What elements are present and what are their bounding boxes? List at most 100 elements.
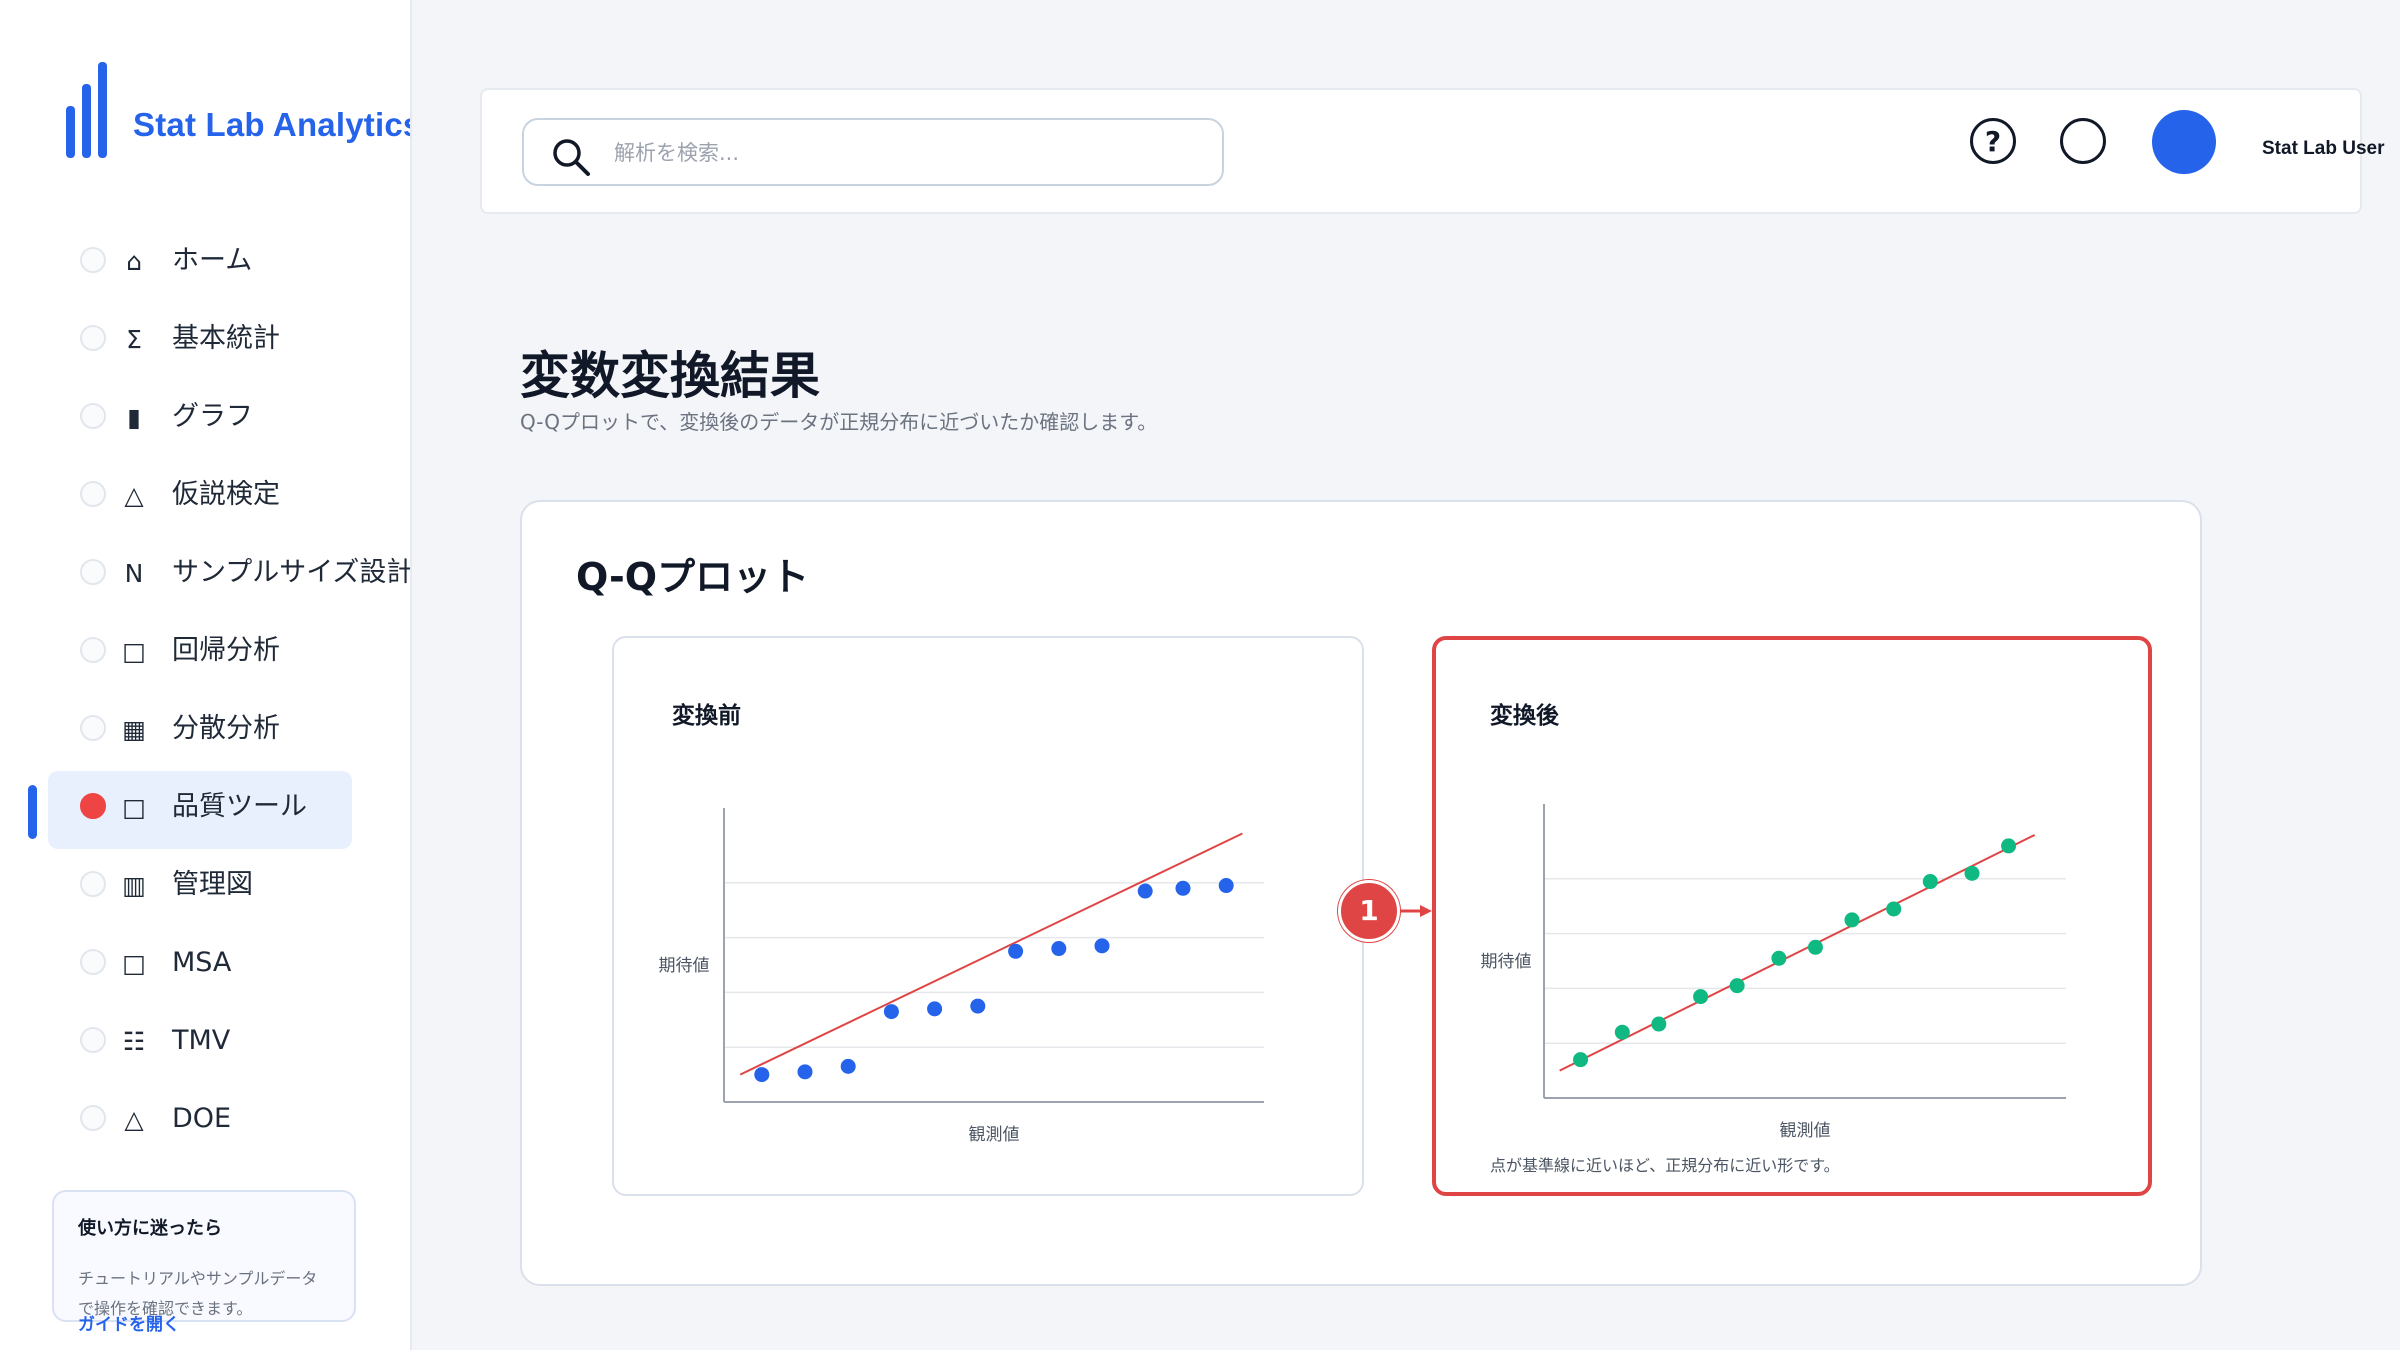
help-title: 使い方に迷ったら	[78, 1218, 222, 1239]
radio-icon	[80, 403, 106, 429]
bar-chart-logo-icon	[66, 62, 107, 158]
radio-icon	[80, 793, 106, 819]
user-name[interactable]: Stat Lab User	[2262, 138, 2384, 160]
brand[interactable]: Stat Lab Analytics	[66, 62, 412, 158]
open-guide-link[interactable]: ガイドを開く	[78, 1310, 180, 1335]
data-point	[1807, 939, 1823, 955]
radio-icon	[80, 559, 106, 585]
sidebar-item-label: 品質ツール	[172, 791, 307, 822]
list-icon: ☷	[122, 1027, 146, 1056]
radio-icon	[80, 1027, 106, 1053]
columns-icon: ▥	[122, 871, 146, 900]
callout-arrow-icon	[1400, 905, 1432, 917]
bar-icon: ▮	[127, 403, 141, 432]
data-point	[1693, 989, 1709, 1005]
grid-icon: ▦	[122, 715, 146, 744]
callout-badge: 1	[1338, 880, 1400, 942]
avatar[interactable]	[2152, 110, 2216, 174]
reference-line	[1559, 834, 2036, 1072]
data-point	[1573, 1052, 1589, 1068]
help-card: 使い方に迷ったら チュートリアルやサンプルデータで操作を確認できます。 ガイドを…	[52, 1190, 356, 1335]
data-point	[754, 1067, 770, 1083]
sidebar-item-label: 管理図	[172, 869, 253, 900]
search-input[interactable]	[614, 132, 1204, 174]
search-icon	[553, 139, 590, 176]
sidebar-nav: ⌂ ホーム Σ 基本統計 ▮ グラフ △ 仮説検定 N サンプルサイズ設計 □ 回帰分析 ▦ 分散分析 □ 品…	[0, 225, 412, 1161]
radio-icon	[80, 715, 106, 741]
sidebar: Stat Lab Analytics ⌂ ホーム Σ 基本統計 ▮ グラフ △ 仮説検定 N サン…	[0, 0, 412, 1350]
triangle-icon: △	[124, 1105, 144, 1134]
data-point	[1175, 880, 1191, 896]
qq-chart-after: 期待値観測値	[1481, 804, 2066, 1141]
sidebar-item-label: 基本統計	[172, 323, 280, 354]
sidebar-item-5[interactable]: □ 回帰分析	[0, 615, 410, 693]
square-icon: □	[122, 793, 146, 822]
radio-icon	[80, 871, 106, 897]
notification-icon[interactable]	[2060, 118, 2106, 164]
radio-icon	[80, 949, 106, 975]
chart-note: 点が基準線に近いほど、正規分布に近い形です。	[1490, 1156, 1840, 1175]
data-point	[1651, 1016, 1667, 1032]
sidebar-item-label: MSA	[172, 947, 232, 978]
sidebar-item-label: 回帰分析	[172, 635, 280, 666]
sidebar-item-label: サンプルサイズ設計	[172, 557, 412, 588]
page-title: 変数変換結果	[520, 347, 820, 405]
data-point	[1137, 883, 1153, 899]
sidebar-item-7[interactable]: □ 品質ツール	[0, 771, 410, 849]
sidebar-item-6[interactable]: ▦ 分散分析	[0, 693, 410, 771]
sidebar-item-8[interactable]: ▥ 管理図	[0, 849, 410, 927]
data-point	[1771, 950, 1787, 966]
data-point	[1218, 878, 1234, 894]
radio-icon	[80, 637, 106, 663]
data-point	[883, 1004, 899, 1020]
reference-line	[739, 832, 1243, 1076]
data-point	[1922, 874, 1938, 890]
data-point	[1844, 912, 1860, 928]
qq-chart-before: 期待値観測値	[659, 808, 1264, 1145]
data-point	[840, 1058, 856, 1074]
sidebar-item-label: ホーム	[172, 245, 253, 276]
y-axis-label: 期待値	[659, 956, 710, 976]
data-point	[970, 998, 986, 1014]
square-icon: □	[122, 949, 146, 978]
data-point	[797, 1064, 813, 1080]
data-point	[2001, 838, 2017, 854]
y-axis-label: 期待値	[1481, 952, 1532, 972]
sidebar-item-label: グラフ	[172, 401, 253, 432]
sidebar-item-label: DOE	[172, 1103, 232, 1134]
sidebar-item-0[interactable]: ⌂ ホーム	[0, 225, 410, 303]
x-axis-label: 観測値	[1780, 1121, 1831, 1141]
search-box[interactable]	[522, 118, 1224, 186]
radio-icon	[80, 1105, 106, 1131]
page-subtitle: Q-Qプロットで、変換後のデータが正規分布に近づいたか確認します。	[520, 410, 1158, 434]
sidebar-item-9[interactable]: □ MSA	[0, 927, 410, 1005]
sidebar-item-11[interactable]: △ DOE	[0, 1083, 410, 1161]
active-indicator	[28, 785, 37, 839]
help-icon[interactable]: ?	[1970, 118, 2016, 164]
qq-panel-after: 変換後 期待値 観測値 点が基準線に近いほど、正規分布に近い形です。	[1432, 636, 2152, 1196]
radio-icon	[80, 325, 106, 351]
data-point	[1094, 938, 1110, 954]
data-point	[1729, 978, 1745, 994]
top-header: ? Stat Lab User	[480, 88, 2384, 214]
radio-icon	[80, 247, 106, 273]
sidebar-item-10[interactable]: ☷ TMV	[0, 1005, 410, 1083]
data-point	[1008, 943, 1024, 959]
x-axis-label: 観測値	[969, 1125, 1020, 1145]
sidebar-item-3[interactable]: △ 仮説検定	[0, 459, 410, 537]
sidebar-item-1[interactable]: Σ 基本統計	[0, 303, 410, 381]
data-point	[1614, 1024, 1630, 1040]
sidebar-item-label: 仮説検定	[172, 479, 280, 510]
sidebar-item-label: TMV	[172, 1025, 231, 1056]
data-point	[927, 1001, 943, 1017]
sidebar-item-4[interactable]: N サンプルサイズ設計	[0, 537, 412, 615]
sigma-icon: Σ	[126, 325, 142, 354]
square-icon: □	[122, 637, 146, 666]
triangle-icon: △	[124, 481, 144, 510]
home-icon: ⌂	[126, 247, 142, 276]
sidebar-item-2[interactable]: ▮ グラフ	[0, 381, 410, 459]
card-title: Q-Qプロット	[576, 555, 810, 599]
qq-panel-before: 変換前 期待値 観測値	[612, 636, 1364, 1196]
brand-name: Stat Lab Analytics	[133, 106, 412, 143]
sidebar-item-label: 分散分析	[172, 713, 280, 744]
